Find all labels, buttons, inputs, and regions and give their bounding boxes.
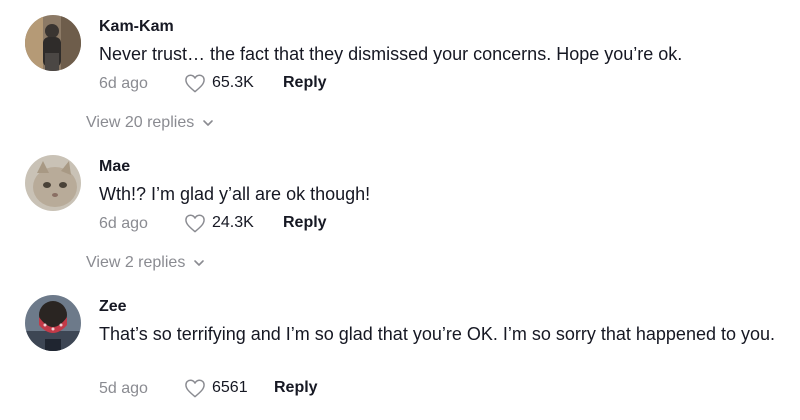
view-replies-button[interactable]: View 2 replies (86, 254, 205, 272)
comment-meta: 5d ago 6561 Reply (99, 378, 318, 400)
comment-text: Wth!? I’m glad y’all are ok though! (99, 184, 371, 204)
like-button[interactable]: 65.3K (184, 73, 254, 93)
avatar-photo-kam-kam (25, 15, 81, 71)
comment-username[interactable]: Kam-Kam (99, 18, 174, 36)
comment-feed: Kam-Kam Never trust… the fact that they … (0, 0, 800, 420)
avatar[interactable] (25, 155, 81, 211)
comment-meta: 6d ago 24.3K Reply (99, 213, 327, 235)
like-count: 24.3K (212, 214, 254, 231)
view-replies-label: View 2 replies (86, 254, 186, 271)
comment-timestamp: 5d ago (99, 380, 148, 397)
comment-meta: 6d ago 65.3K Reply (99, 73, 327, 95)
comment-username[interactable]: Zee (99, 298, 127, 316)
comment-username[interactable]: Mae (99, 158, 130, 176)
comment-timestamp: 6d ago (99, 75, 148, 92)
like-button[interactable]: 24.3K (184, 213, 254, 233)
like-button[interactable]: 6561 (184, 378, 248, 398)
avatar-photo-zee (25, 295, 81, 351)
reply-button[interactable]: Reply (283, 214, 327, 232)
reply-button[interactable]: Reply (274, 379, 318, 397)
avatar-photo-mae (25, 155, 81, 211)
chevron-down-icon (203, 120, 214, 126)
like-count: 6561 (212, 379, 248, 396)
like-count: 65.3K (212, 74, 254, 91)
heart-outline-icon (185, 74, 205, 93)
comment-timestamp: 6d ago (99, 215, 148, 232)
comment-text: Never trust… the fact that they dismisse… (99, 44, 683, 64)
view-replies-label: View 20 replies (86, 114, 195, 131)
heart-outline-icon (185, 379, 205, 398)
chevron-down-icon (194, 260, 205, 266)
comment-text: That’s so terrifying and I’m so glad tha… (99, 324, 776, 344)
avatar[interactable] (25, 295, 81, 351)
avatar[interactable] (25, 15, 81, 71)
view-replies-button[interactable]: View 20 replies (86, 114, 214, 132)
reply-button[interactable]: Reply (283, 74, 327, 92)
heart-outline-icon (185, 214, 205, 233)
